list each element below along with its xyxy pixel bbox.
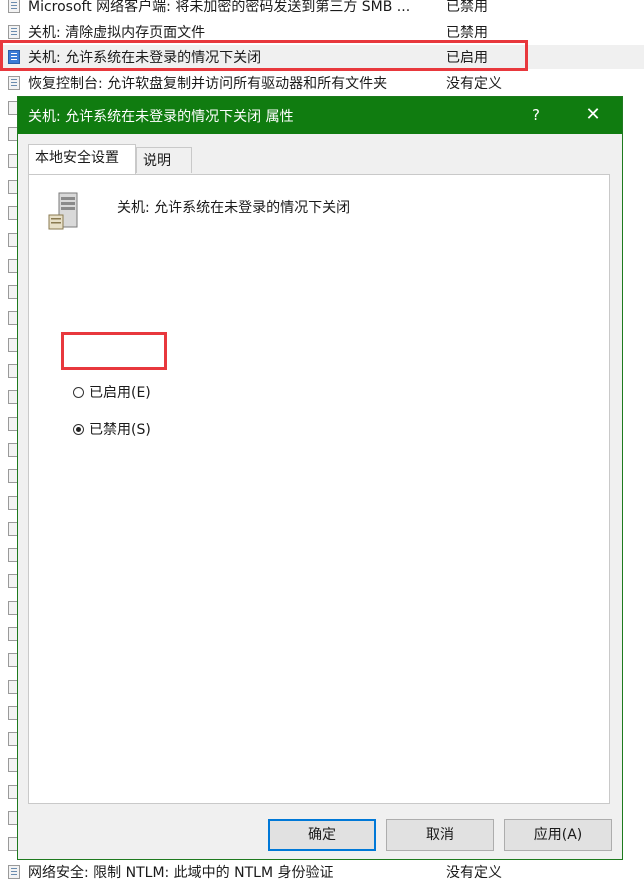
policy-name: 关机: 清除虚拟内存页面文件 [28,25,206,41]
radio-enabled-label[interactable]: 已启用(E) [89,382,151,402]
policy-name: Microsoft 网络客户端: 将未加密的密码发送到第三方 SMB ... [28,0,411,15]
radio-enabled-circle[interactable] [73,387,84,398]
dialog-titlebar[interactable]: 关机: 允许系统在未登录的情况下关闭 属性 ? ✕ [18,97,622,134]
policy-name: 关机: 允许系统在未登录的情况下关闭 [28,50,262,66]
close-button[interactable]: ✕ [576,101,610,129]
properties-dialog: 关机: 允许系统在未登录的情况下关闭 属性 ? ✕ 本地安全设置 说明 关机: … [17,96,623,860]
radio-disabled-circle[interactable] [73,424,84,435]
policy-row[interactable]: 恢复控制台: 允许软盘复制并访问所有驱动器和所有文件夹 没有定义 [0,71,644,95]
dialog-title: 关机: 允许系统在未登录的情况下关闭 属性 [28,109,294,125]
policy-title: 关机: 允许系统在未登录的情况下关闭 [117,200,351,216]
tab-local-security-setting[interactable]: 本地安全设置 [28,144,136,174]
help-button[interactable]: ? [522,101,550,129]
radio-disabled-label[interactable]: 已禁用(S) [89,419,151,439]
policy-icon [8,25,20,39]
ok-button[interactable]: 确定 [268,819,376,851]
policy-state: 没有定义 [446,865,502,881]
policy-state: 已禁用 [446,25,488,41]
policy-icon [8,865,20,879]
policy-icon [8,50,20,64]
policy-icon [8,0,20,13]
policy-state: 已禁用 [446,0,488,15]
policy-row[interactable]: 关机: 清除虚拟内存页面文件 已禁用 [0,20,644,44]
tab-panel: 关机: 允许系统在未登录的情况下关闭 已启用(E) 已禁用(S) [28,174,610,804]
policy-name: 恢复控制台: 允许软盘复制并访问所有驱动器和所有文件夹 [28,76,388,92]
highlight-box [61,332,167,370]
server-icon [48,192,78,230]
apply-button[interactable]: 应用(A) [504,819,612,851]
policy-name: 网络安全: 限制 NTLM: 此域中的 NTLM 身份验证 [28,865,334,881]
policy-state: 已启用 [446,50,488,66]
cancel-button[interactable]: 取消 [386,819,494,851]
policy-icon [8,76,20,90]
policy-row[interactable]: 网络安全: 限制 NTLM: 此域中的 NTLM 身份验证 没有定义 [0,860,644,884]
policy-state: 没有定义 [446,76,502,92]
policy-row[interactable]: Microsoft 网络客户端: 将未加密的密码发送到第三方 SMB ... 已… [0,0,644,18]
policy-row-selected[interactable]: 关机: 允许系统在未登录的情况下关闭 已启用 [0,45,644,69]
tab-explain[interactable]: 说明 [136,147,192,173]
